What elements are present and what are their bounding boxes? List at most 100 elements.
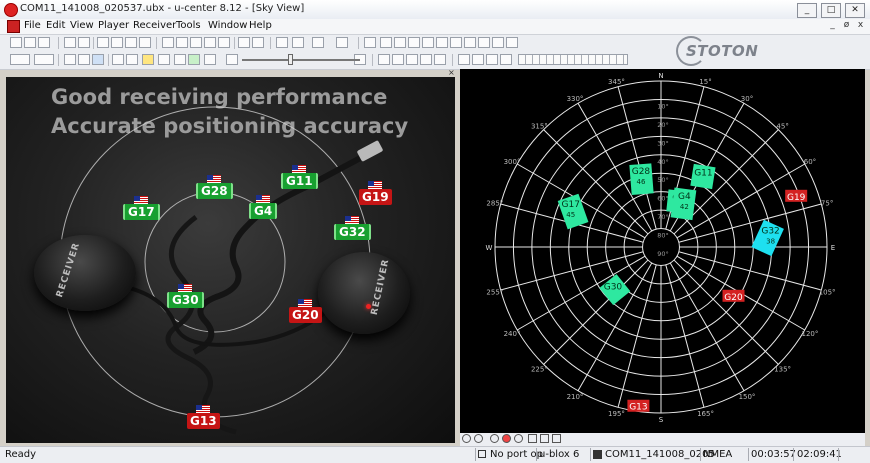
baudrate-icon[interactable] xyxy=(34,54,54,65)
close-button[interactable]: ✕ xyxy=(845,3,865,18)
azimuth-spoke xyxy=(673,259,779,365)
close-view-icon[interactable] xyxy=(434,54,446,65)
menu-window[interactable]: Window xyxy=(208,20,247,31)
table-view-icon[interactable] xyxy=(464,37,476,48)
rearrange-icon[interactable] xyxy=(420,54,432,65)
record-stop-icon[interactable] xyxy=(126,54,138,65)
antenna-icon[interactable] xyxy=(528,434,537,443)
eject-icon[interactable] xyxy=(112,54,124,65)
sky-sat-g30[interactable]: G30 xyxy=(599,274,631,306)
record-small-icon[interactable] xyxy=(502,434,511,443)
azimuth-label: 60° xyxy=(804,158,816,166)
menu-list-icon[interactable] xyxy=(406,54,418,65)
menu-file[interactable]: File xyxy=(24,20,41,31)
copy-icon[interactable] xyxy=(111,37,123,48)
sky-sat-label: G20 xyxy=(724,293,743,303)
menu-receiver[interactable]: Receiver xyxy=(133,20,176,31)
statistic-view-icon[interactable] xyxy=(450,37,462,48)
compass-icon[interactable] xyxy=(422,37,434,48)
save-icon[interactable] xyxy=(24,37,36,48)
stop-icon[interactable] xyxy=(174,54,186,65)
find-icon[interactable] xyxy=(139,37,151,48)
layers-icon[interactable] xyxy=(552,434,561,443)
connect-icon[interactable] xyxy=(78,54,90,65)
globe-small-icon[interactable] xyxy=(490,434,499,443)
autobauding-icon[interactable] xyxy=(64,54,76,65)
azimuth-spoke xyxy=(678,203,822,243)
sky-sat-g32[interactable]: G3238 xyxy=(751,219,784,257)
list-icon[interactable] xyxy=(392,54,404,65)
camera-icon[interactable] xyxy=(364,37,376,48)
document-icon[interactable] xyxy=(7,20,20,33)
connection-icon[interactable] xyxy=(10,54,30,65)
step-icon[interactable] xyxy=(378,54,390,65)
mdi-close-button[interactable]: x xyxy=(854,20,867,31)
app-icon[interactable] xyxy=(4,3,18,17)
new-file-icon[interactable] xyxy=(10,37,22,48)
text-console-icon[interactable] xyxy=(218,37,230,48)
debug-icon[interactable] xyxy=(92,54,104,65)
tool-gear-icon[interactable] xyxy=(458,54,470,65)
sky-sat-g13[interactable]: G13 xyxy=(627,399,650,413)
packet-console-icon[interactable] xyxy=(190,37,202,48)
sky-sat-g20[interactable]: G20 xyxy=(722,289,745,303)
record-icon[interactable] xyxy=(158,54,170,65)
sky-sat-g11[interactable]: G11 xyxy=(690,163,716,190)
sky-sat-g17[interactable]: G1745 xyxy=(557,193,589,230)
sky-view-icon[interactable] xyxy=(394,37,406,48)
map-view-icon[interactable] xyxy=(292,37,304,48)
mdi-restore-button[interactable]: ø xyxy=(840,20,853,31)
wrench-icon[interactable] xyxy=(472,54,484,65)
filter-icon[interactable] xyxy=(514,434,523,443)
overlay-sat-g13: G13 xyxy=(187,405,220,430)
pane-close-icon[interactable]: × xyxy=(448,69,455,77)
open-folder-icon[interactable] xyxy=(38,37,50,48)
play-icon[interactable] xyxy=(188,54,200,65)
playback-slider-track[interactable] xyxy=(242,59,360,61)
pause-icon[interactable] xyxy=(142,54,154,65)
play-options-icon[interactable] xyxy=(204,54,216,65)
mdi-minimize-button[interactable]: _ xyxy=(826,20,839,31)
compass-e-label: E xyxy=(831,244,835,252)
binary-console-icon[interactable] xyxy=(204,37,216,48)
paste-icon[interactable] xyxy=(125,37,137,48)
rewind-icon[interactable] xyxy=(226,54,238,65)
playback-slider-thumb[interactable] xyxy=(288,54,293,65)
target-icon[interactable] xyxy=(492,37,504,48)
histogram-icon[interactable] xyxy=(336,37,348,48)
arrows-icon[interactable] xyxy=(540,434,549,443)
settings-icon[interactable] xyxy=(478,37,490,48)
minimize-button[interactable]: _ xyxy=(797,3,817,18)
menu-player[interactable]: Player xyxy=(98,20,129,31)
print-preview-icon[interactable] xyxy=(78,37,90,48)
overlay-sat-g20: G20 xyxy=(289,299,322,324)
menu-edit[interactable]: Edit xyxy=(46,20,65,31)
menu-bar: File Edit View Player Receiver Tools Win… xyxy=(0,19,870,35)
menu-help[interactable]: Help xyxy=(249,20,272,31)
menu-view[interactable]: View xyxy=(70,20,94,31)
status-protocol: NMEA xyxy=(703,449,733,460)
sky-sat-g28[interactable]: G2846 xyxy=(629,163,654,195)
sky-sat-g19[interactable]: G19 xyxy=(785,189,808,203)
chart-view-icon[interactable] xyxy=(252,37,264,48)
cut-icon[interactable] xyxy=(97,37,109,48)
status-clock: 02:09:41 xyxy=(797,449,842,460)
data-view-icon[interactable] xyxy=(238,37,250,48)
gear-alt-icon[interactable] xyxy=(500,54,512,65)
google-earth-icon[interactable] xyxy=(276,37,288,48)
zoom-icon[interactable] xyxy=(462,434,471,443)
maximize-button[interactable]: □ xyxy=(821,3,841,18)
docking-icon[interactable] xyxy=(380,37,392,48)
receiver-config-icon[interactable] xyxy=(162,37,174,48)
stoton-logo: STOTON xyxy=(676,36,758,66)
menu-tools[interactable]: Tools xyxy=(176,20,201,31)
settings-small-icon[interactable] xyxy=(474,434,483,443)
print-icon[interactable] xyxy=(64,37,76,48)
messages-icon[interactable] xyxy=(176,37,188,48)
gear-icon[interactable] xyxy=(486,54,498,65)
deviation-map-icon[interactable] xyxy=(312,37,324,48)
clock-icon[interactable] xyxy=(436,37,448,48)
globe-icon[interactable] xyxy=(506,37,518,48)
satellite-level-icon[interactable] xyxy=(408,37,420,48)
sky-sat-g4[interactable]: G442 xyxy=(670,187,697,221)
